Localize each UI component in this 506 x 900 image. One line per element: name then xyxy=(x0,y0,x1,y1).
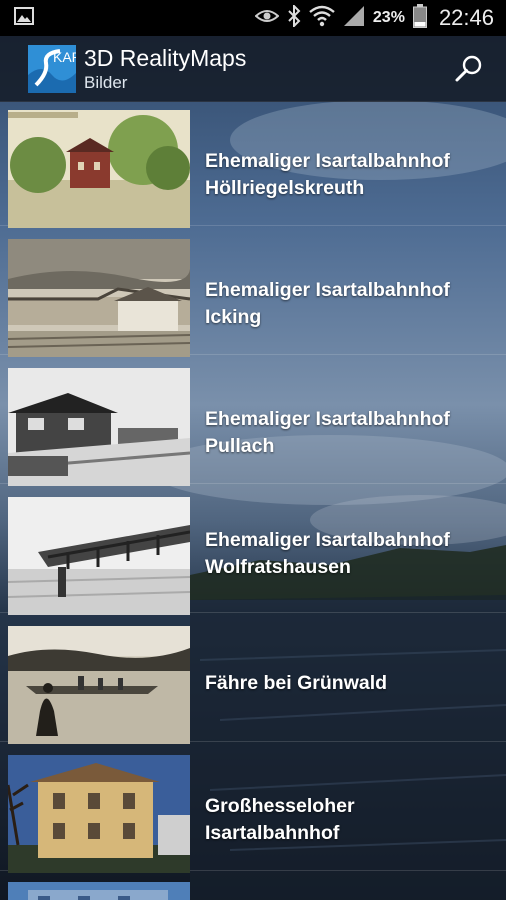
item-title: Ehemaliger Isartalbahnhof Wolfratshausen xyxy=(205,527,495,581)
list-item[interactable] xyxy=(0,876,506,900)
thumbnail-image xyxy=(8,239,190,357)
logo-text: KAR xyxy=(53,49,76,65)
gallery-icon xyxy=(14,6,34,30)
thumbnail-image xyxy=(8,626,190,744)
eye-icon xyxy=(254,8,280,29)
item-title-line1: Fähre bei Grünwald xyxy=(205,672,388,694)
item-title: Ehemaliger Isartalbahnhof Pullach xyxy=(205,406,495,460)
thumbnail-image xyxy=(8,110,190,228)
item-title-line2: Isartalbahnhof xyxy=(205,822,340,844)
thumbnail-image xyxy=(8,368,190,486)
search-icon xyxy=(455,55,482,82)
status-bar: 23% 22:46 xyxy=(0,0,506,36)
clock: 22:46 xyxy=(438,5,494,30)
item-title: Ehemaliger Isartalbahnhof Höllriegelskre… xyxy=(205,148,495,202)
item-title-line1: Großhesseloher xyxy=(205,795,355,817)
list-item[interactable]: Ehemaliger Isartalbahnhof Höllriegelskre… xyxy=(0,102,506,228)
battery-icon xyxy=(412,3,427,33)
search-button[interactable] xyxy=(452,52,486,86)
item-title-line1: Ehemaliger Isartalbahnhof xyxy=(205,279,450,301)
item-title: Fähre bei Grünwald xyxy=(205,670,495,697)
item-title-line1: Ehemaliger Isartalbahnhof xyxy=(205,529,450,551)
list-item[interactable]: Ehemaliger Isartalbahnhof Icking xyxy=(0,231,506,357)
app-logo[interactable]: KAR xyxy=(28,44,76,93)
action-bar: KAR 3D RealityMaps Bilder xyxy=(0,36,506,102)
item-title-line2: Wolfratshausen xyxy=(205,556,351,578)
app-subtitle: Bilder xyxy=(84,72,128,92)
list-item[interactable]: Ehemaliger Isartalbahnhof Wolfratshausen xyxy=(0,489,506,615)
item-title-line1: Ehemaliger Isartalbahnhof xyxy=(205,150,450,172)
list-item[interactable]: Ehemaliger Isartalbahnhof Pullach xyxy=(0,360,506,486)
bluetooth-icon xyxy=(287,3,301,32)
item-title-line2: Pullach xyxy=(205,435,275,457)
thumbnail-image xyxy=(8,882,190,900)
list-item[interactable]: Großhesseloher Isartalbahnhof xyxy=(0,747,506,873)
item-title: Großhesseloher Isartalbahnhof xyxy=(205,793,495,847)
item-title-line2: Icking xyxy=(205,306,262,328)
signal-icon xyxy=(343,5,365,32)
wifi-icon xyxy=(309,5,335,32)
item-title: Ehemaliger Isartalbahnhof Icking xyxy=(205,277,495,331)
thumbnail-image xyxy=(8,755,190,873)
app-title: 3D RealityMaps xyxy=(84,44,247,71)
thumbnail-image xyxy=(8,497,190,615)
item-title-line1: Ehemaliger Isartalbahnhof xyxy=(205,408,450,430)
list-item[interactable]: Fähre bei Grünwald xyxy=(0,618,506,744)
item-title-line2: Höllriegelskreuth xyxy=(205,177,365,199)
battery-percent: 23% xyxy=(372,9,405,26)
